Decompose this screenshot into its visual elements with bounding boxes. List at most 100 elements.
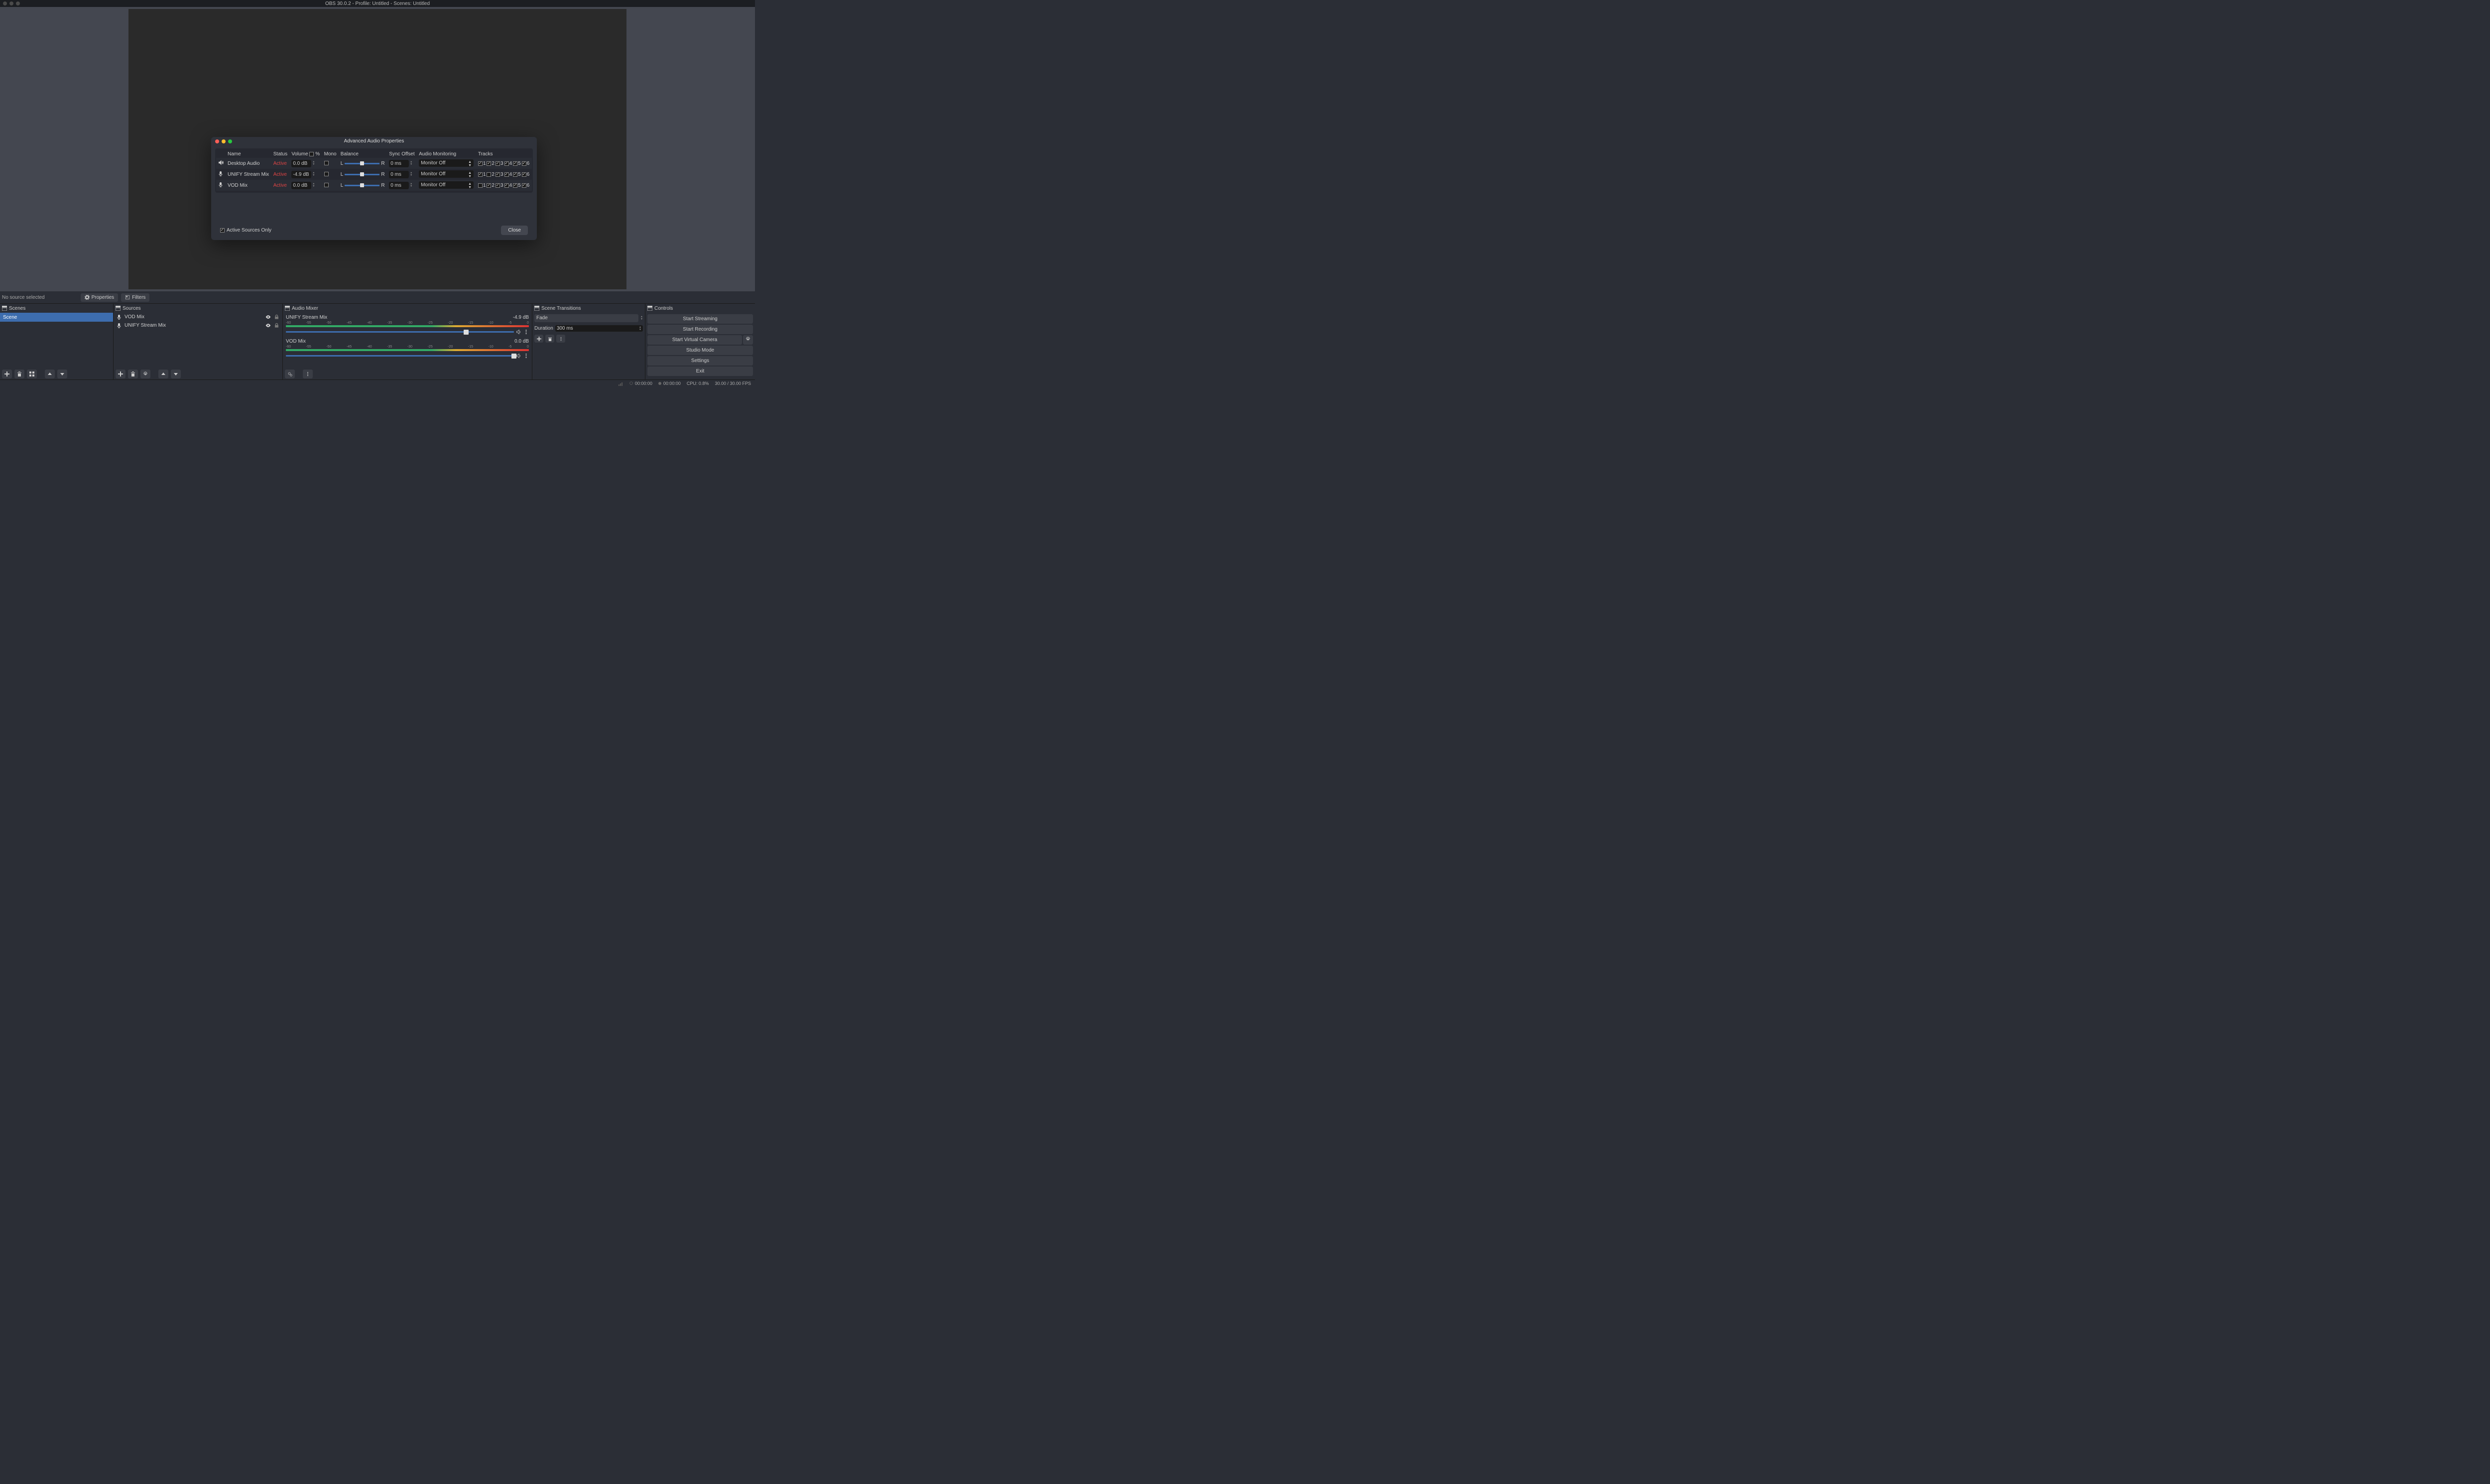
- eye-icon[interactable]: [265, 323, 271, 328]
- transition-menu-button[interactable]: [556, 335, 565, 343]
- tracks-group: 123456: [478, 161, 530, 166]
- balance-slider[interactable]: LR: [341, 172, 385, 177]
- volume-input[interactable]: [291, 182, 311, 189]
- mixer-volume-slider[interactable]: [286, 331, 514, 333]
- studio-mode-button[interactable]: Studio Mode: [647, 346, 753, 355]
- monitoring-select[interactable]: Monitor Off▲▼: [419, 159, 474, 167]
- add-source-button[interactable]: [116, 370, 125, 378]
- source-item[interactable]: VOD Mix: [114, 313, 282, 321]
- track-5-checkbox[interactable]: [513, 183, 517, 188]
- properties-button[interactable]: Properties: [81, 293, 119, 302]
- track-6-checkbox[interactable]: [522, 161, 526, 166]
- filters-button[interactable]: Filters: [121, 293, 149, 302]
- volume-stepper[interactable]: ▲▼: [312, 172, 315, 177]
- transitions-header[interactable]: Scene Transitions: [532, 304, 645, 313]
- more-icon: [305, 371, 310, 376]
- track-4-checkbox[interactable]: [504, 183, 509, 188]
- mixer-volume-slider[interactable]: [286, 355, 514, 357]
- track-4-checkbox[interactable]: [504, 161, 509, 166]
- duration-value[interactable]: 300 ms: [557, 326, 638, 331]
- exit-button[interactable]: Exit: [647, 367, 753, 376]
- track-3-checkbox[interactable]: [496, 161, 500, 166]
- sync-offset-input[interactable]: [389, 160, 409, 167]
- scene-item[interactable]: Scene: [0, 313, 113, 322]
- mono-checkbox[interactable]: [324, 183, 329, 187]
- source-down-button[interactable]: [171, 370, 181, 378]
- track-5-checkbox[interactable]: [513, 161, 517, 166]
- mono-checkbox[interactable]: [324, 161, 329, 165]
- scene-up-button[interactable]: [45, 370, 55, 378]
- volume-input[interactable]: [291, 160, 311, 167]
- scene-filter-button[interactable]: [27, 370, 37, 378]
- remove-scene-button[interactable]: [14, 370, 24, 378]
- sync-offset-input[interactable]: [389, 182, 409, 189]
- close-button[interactable]: Close: [501, 226, 528, 235]
- speaker-icon[interactable]: [516, 329, 521, 335]
- volume-input[interactable]: [291, 171, 311, 178]
- minimize-window-button[interactable]: [9, 1, 13, 5]
- advanced-audio-button[interactable]: [285, 370, 295, 378]
- monitoring-select[interactable]: Monitor Off▲▼: [419, 181, 474, 189]
- sync-offset-input[interactable]: [389, 171, 409, 178]
- remove-transition-button[interactable]: [545, 335, 554, 343]
- track-5-checkbox[interactable]: [513, 172, 517, 177]
- mono-checkbox[interactable]: [324, 172, 329, 176]
- modal-maximize-button[interactable]: [228, 139, 232, 143]
- modal-title-bar[interactable]: Advanced Audio Properties: [211, 137, 537, 145]
- source-status: Active: [273, 183, 287, 188]
- modal-close-button[interactable]: [215, 139, 219, 143]
- speaker-icon[interactable]: [516, 353, 521, 359]
- audio-mixer-header[interactable]: Audio Mixer: [283, 304, 532, 313]
- balance-slider[interactable]: LR: [341, 161, 385, 166]
- lock-icon[interactable]: [274, 314, 279, 320]
- duration-stepper[interactable]: ▲▼: [639, 326, 641, 331]
- add-scene-button[interactable]: [2, 370, 12, 378]
- add-transition-button[interactable]: [534, 335, 543, 343]
- lock-icon[interactable]: [274, 323, 279, 328]
- remove-source-button[interactable]: [128, 370, 138, 378]
- track-6-checkbox[interactable]: [522, 183, 526, 188]
- sources-list[interactable]: VOD Mix UNIFY Stream Mix: [114, 313, 282, 369]
- start-streaming-button[interactable]: Start Streaming: [647, 314, 753, 324]
- eye-icon[interactable]: [265, 314, 271, 320]
- sync-stepper[interactable]: ▲▼: [410, 161, 412, 166]
- active-sources-only-checkbox[interactable]: Active Sources Only: [220, 228, 271, 233]
- transition-stepper[interactable]: ▲▼: [640, 316, 643, 321]
- sync-stepper[interactable]: ▲▼: [410, 172, 412, 177]
- percent-checkbox[interactable]: [309, 152, 314, 156]
- volume-stepper[interactable]: ▲▼: [312, 161, 315, 166]
- track-1-checkbox[interactable]: [478, 161, 483, 166]
- track-3-checkbox[interactable]: [496, 183, 500, 188]
- maximize-window-button[interactable]: [16, 1, 20, 5]
- track-4-checkbox[interactable]: [504, 172, 509, 177]
- track-6-checkbox[interactable]: [522, 172, 526, 177]
- mixer-menu-button[interactable]: [303, 370, 313, 378]
- source-up-button[interactable]: [158, 370, 168, 378]
- start-virtual-camera-button[interactable]: Start Virtual Camera: [647, 335, 742, 345]
- source-item[interactable]: UNIFY Stream Mix: [114, 321, 282, 330]
- track-1-checkbox[interactable]: [478, 183, 483, 188]
- start-recording-button[interactable]: Start Recording: [647, 325, 753, 334]
- sources-header[interactable]: Sources: [114, 304, 282, 313]
- settings-button[interactable]: Settings: [647, 356, 753, 366]
- close-window-button[interactable]: [3, 1, 7, 5]
- modal-minimize-button[interactable]: [222, 139, 226, 143]
- transition-select[interactable]: Fade: [534, 314, 638, 322]
- sync-stepper[interactable]: ▲▼: [410, 183, 412, 188]
- controls-header[interactable]: Controls: [645, 304, 755, 313]
- more-icon[interactable]: [523, 353, 529, 359]
- source-properties-button[interactable]: [140, 370, 150, 378]
- virtual-camera-settings-button[interactable]: [743, 335, 753, 345]
- track-1-checkbox[interactable]: [478, 172, 483, 177]
- monitoring-select[interactable]: Monitor Off▲▼: [419, 170, 474, 178]
- track-2-checkbox[interactable]: [487, 172, 491, 177]
- scenes-header[interactable]: Scenes: [0, 304, 113, 313]
- track-2-checkbox[interactable]: [487, 161, 491, 166]
- scenes-list[interactable]: Scene: [0, 313, 113, 369]
- track-3-checkbox[interactable]: [496, 172, 500, 177]
- balance-slider[interactable]: LR: [341, 183, 385, 188]
- track-2-checkbox[interactable]: [487, 183, 491, 188]
- scene-down-button[interactable]: [57, 370, 67, 378]
- more-icon[interactable]: [523, 329, 529, 335]
- volume-stepper[interactable]: ▲▼: [312, 183, 315, 188]
